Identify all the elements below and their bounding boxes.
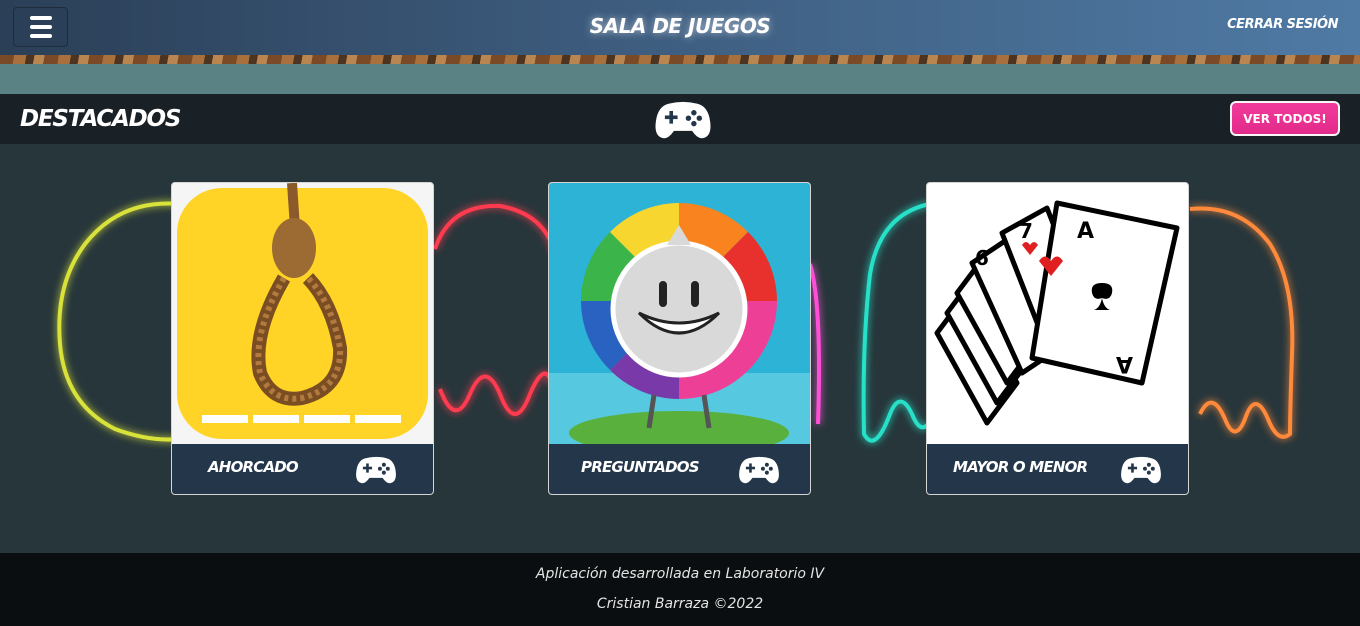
svg-text:7: 7	[1019, 219, 1033, 243]
game-image	[549, 183, 810, 444]
game-card-mayor-o-menor[interactable]: 6 7 A A Mayor o menor	[926, 182, 1189, 495]
svg-text:A: A	[1077, 219, 1094, 244]
svg-text:A: A	[1116, 351, 1133, 376]
featured-games-area: Ahorcado	[0, 144, 1360, 553]
section-title: Destacados	[20, 106, 181, 132]
noose-icon	[172, 183, 433, 444]
logout-link[interactable]: Cerrar sesión	[1227, 17, 1338, 32]
footer-copyright: Cristian Barraza ©2022	[596, 596, 764, 612]
banner-image-strip	[0, 55, 1360, 64]
game-name: Ahorcado	[208, 458, 299, 476]
neon-ghost-cyan	[861, 202, 931, 443]
game-card-footer: Ahorcado	[172, 444, 433, 494]
gamepad-icon	[1120, 455, 1162, 485]
neon-ghost-red	[433, 203, 557, 416]
app-title[interactable]: Sala de Juegos	[0, 14, 1360, 38]
game-image	[172, 183, 433, 444]
game-name: Preguntados	[581, 458, 700, 476]
game-card-footer: Mayor o menor	[927, 444, 1188, 494]
neon-ghost-orange	[1189, 206, 1295, 439]
page-footer: Aplicación desarrollada en Laboratorio I…	[0, 553, 1360, 626]
game-name: Mayor o menor	[953, 458, 1088, 476]
neon-ghost-magenta	[808, 263, 821, 425]
game-image: 6 7 A A	[927, 183, 1188, 444]
featured-header: Destacados	[0, 94, 1360, 144]
playing-cards-icon: 6 7 A A	[927, 183, 1188, 444]
footer-credit-line: Aplicación desarrollada en Laboratorio I…	[535, 566, 825, 582]
svg-text:6: 6	[975, 246, 989, 270]
neon-ghost-yellow	[57, 201, 181, 442]
preguntados-wheel-icon	[549, 183, 810, 444]
gamepad-icon	[738, 455, 780, 485]
gamepad-icon	[355, 455, 397, 485]
see-all-button[interactable]: VER TODOS!	[1230, 101, 1340, 136]
gamepad-icon	[654, 100, 712, 140]
game-card-preguntados[interactable]: Preguntados	[548, 182, 811, 495]
banner-band	[0, 64, 1360, 94]
game-card-ahorcado[interactable]: Ahorcado	[171, 182, 434, 495]
top-navbar: Sala de Juegos Cerrar sesión	[0, 0, 1360, 55]
game-card-footer: Preguntados	[549, 444, 810, 494]
